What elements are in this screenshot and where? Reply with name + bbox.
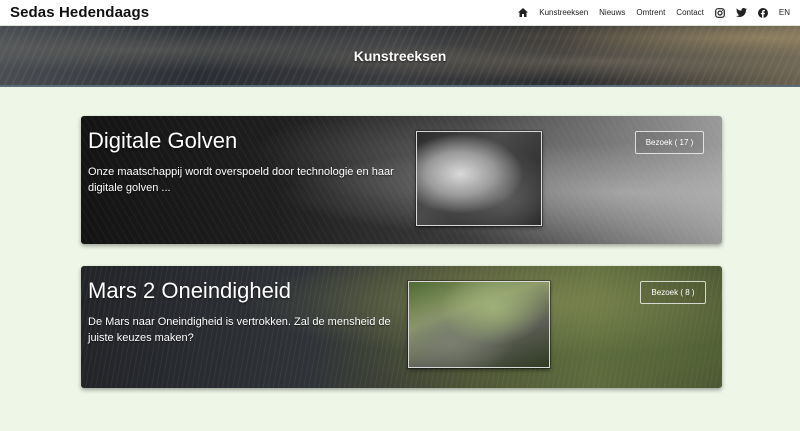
series-description: Onze maatschappij wordt overspoeld door …	[88, 166, 394, 194]
series-thumbnail[interactable]	[408, 281, 550, 368]
twitter-icon[interactable]	[735, 8, 747, 17]
series-description: De Mars naar Oneindigheid is vertrokken.…	[88, 316, 391, 344]
visit-button[interactable]: Bezoek ( 17 )	[635, 131, 704, 154]
series-thumbnail[interactable]	[416, 131, 542, 226]
facebook-icon[interactable]	[757, 7, 768, 18]
nav-link-series[interactable]: Kunstreeksen	[539, 8, 588, 17]
visit-button[interactable]: Bezoek ( 8 )	[640, 281, 706, 304]
nav-link-about[interactable]: Omtrent	[636, 8, 665, 17]
instagram-icon[interactable]	[714, 7, 725, 18]
page-title: Kunstreeksen	[353, 47, 447, 64]
series-title[interactable]: Digitale Golven	[88, 128, 237, 154]
series-card[interactable]: Digitale Golven Onze maatschappij wordt …	[81, 116, 722, 244]
nav-link-news[interactable]: Nieuws	[599, 8, 625, 17]
nav-menu: Kunstreeksen Nieuws Omtrent Contact EN	[518, 7, 790, 18]
navbar: Sedas Hedendaags Kunstreeksen Nieuws Omt…	[0, 0, 800, 26]
series-title[interactable]: Mars 2 Oneindigheid	[88, 278, 291, 304]
series-card[interactable]: Mars 2 Oneindigheid De Mars naar Oneindi…	[81, 266, 722, 388]
brand-logo[interactable]: Sedas Hedendaags	[10, 4, 149, 21]
language-switch[interactable]: EN	[779, 8, 790, 17]
hero-banner: Kunstreeksen	[0, 26, 800, 87]
home-icon[interactable]	[518, 8, 529, 17]
nav-link-contact[interactable]: Contact	[676, 8, 704, 17]
